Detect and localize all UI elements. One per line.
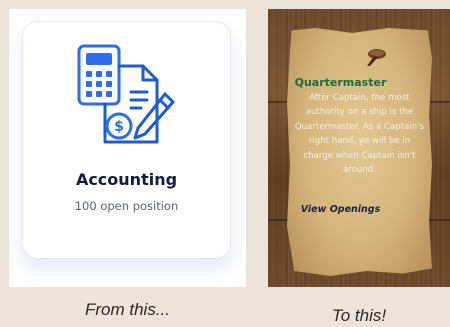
svg-text:$: $	[114, 119, 124, 135]
caption-before: From this...	[84, 300, 170, 319]
wood-background: Quartermaster After Captain, the most au…	[268, 9, 450, 287]
view-openings-link[interactable]: View Openings	[268, 204, 413, 215]
job-title: Quartermaster	[294, 76, 387, 89]
accounting-icon: $	[75, 42, 181, 150]
card-title: Accounting	[75, 170, 178, 189]
job-description: After Captain, the most authority on a s…	[294, 93, 425, 176]
open-positions-count: 100 open position	[74, 199, 179, 213]
before-panel: $ Accounting 100 open position	[9, 9, 246, 287]
nail-icon	[363, 46, 389, 68]
job-category-card[interactable]: $ Accounting 100 open position	[22, 21, 231, 259]
caption-after: To this!	[331, 306, 387, 325]
